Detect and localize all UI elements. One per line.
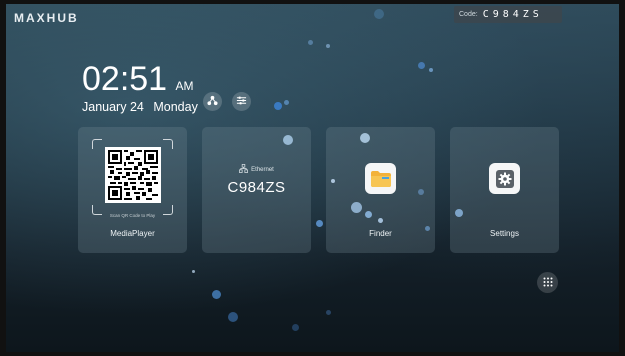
clock: 02:51 AM — [82, 60, 194, 99]
ethernet-value: C984ZS — [227, 179, 286, 196]
background-bubble — [274, 102, 282, 110]
background-bubble — [212, 290, 221, 299]
background-bubble — [283, 135, 293, 145]
background-bubble — [316, 220, 323, 227]
background-bubble — [425, 226, 430, 231]
card-label-finder: Finder — [369, 229, 392, 238]
background-bubble — [284, 100, 289, 105]
network-icon — [207, 93, 218, 111]
background-bubble — [326, 310, 331, 315]
card-settings[interactable]: Settings — [450, 127, 559, 253]
card-label-mediaplayer: MediaPlayer — [110, 229, 155, 238]
ethernet-icon — [239, 164, 249, 175]
display-settings-button[interactable] — [232, 92, 251, 111]
qr-frame: Scan QR Code to Play — [92, 139, 173, 218]
background-bubble — [429, 68, 433, 72]
apps-grid-button[interactable] — [537, 272, 558, 293]
card-mediaplayer[interactable]: Scan QR Code to Play MediaPlayer — [78, 127, 187, 253]
clock-ampm: AM — [175, 79, 194, 93]
clock-date: January 24 — [82, 100, 144, 114]
background-bubble — [351, 202, 362, 213]
background-bubble — [418, 62, 425, 69]
gear-icon — [489, 163, 520, 194]
device-code-value: C984ZS — [482, 9, 543, 20]
background-bubble — [374, 9, 384, 19]
home-screen: MAXHUB Code: C984ZS 02:51 AM January 24 … — [6, 4, 619, 352]
clock-time: 02:51 — [82, 60, 168, 98]
background-bubble — [308, 40, 313, 45]
qr-caption: Scan QR Code to Play — [109, 213, 156, 218]
qr-code-icon — [105, 147, 161, 203]
clock-date-row: January 24 Monday — [82, 100, 204, 114]
card-ethernet[interactable]: Ethernet C984ZS — [202, 127, 311, 253]
background-bubble — [292, 324, 299, 331]
ethernet-title: Ethernet — [251, 166, 274, 173]
settings-sliders-icon — [236, 93, 247, 111]
apps-grid-icon — [543, 274, 553, 292]
ethernet-header: Ethernet — [202, 164, 311, 175]
background-bubble — [378, 218, 383, 223]
background-bubble — [228, 312, 238, 322]
background-bubble — [192, 270, 195, 273]
card-label-settings: Settings — [490, 229, 519, 238]
network-button[interactable] — [203, 92, 222, 111]
brand-logo: MAXHUB — [14, 11, 79, 25]
background-bubble — [365, 211, 372, 218]
folder-icon — [365, 163, 396, 194]
background-bubble — [455, 209, 463, 217]
background-bubble — [326, 44, 330, 48]
background-bubble — [331, 179, 335, 183]
clock-weekday: Monday — [153, 100, 198, 114]
device-code-label: Code: — [459, 11, 478, 18]
background-bubble — [418, 189, 424, 195]
background-bubble — [360, 133, 370, 143]
device-code-box: Code: C984ZS — [454, 6, 562, 23]
